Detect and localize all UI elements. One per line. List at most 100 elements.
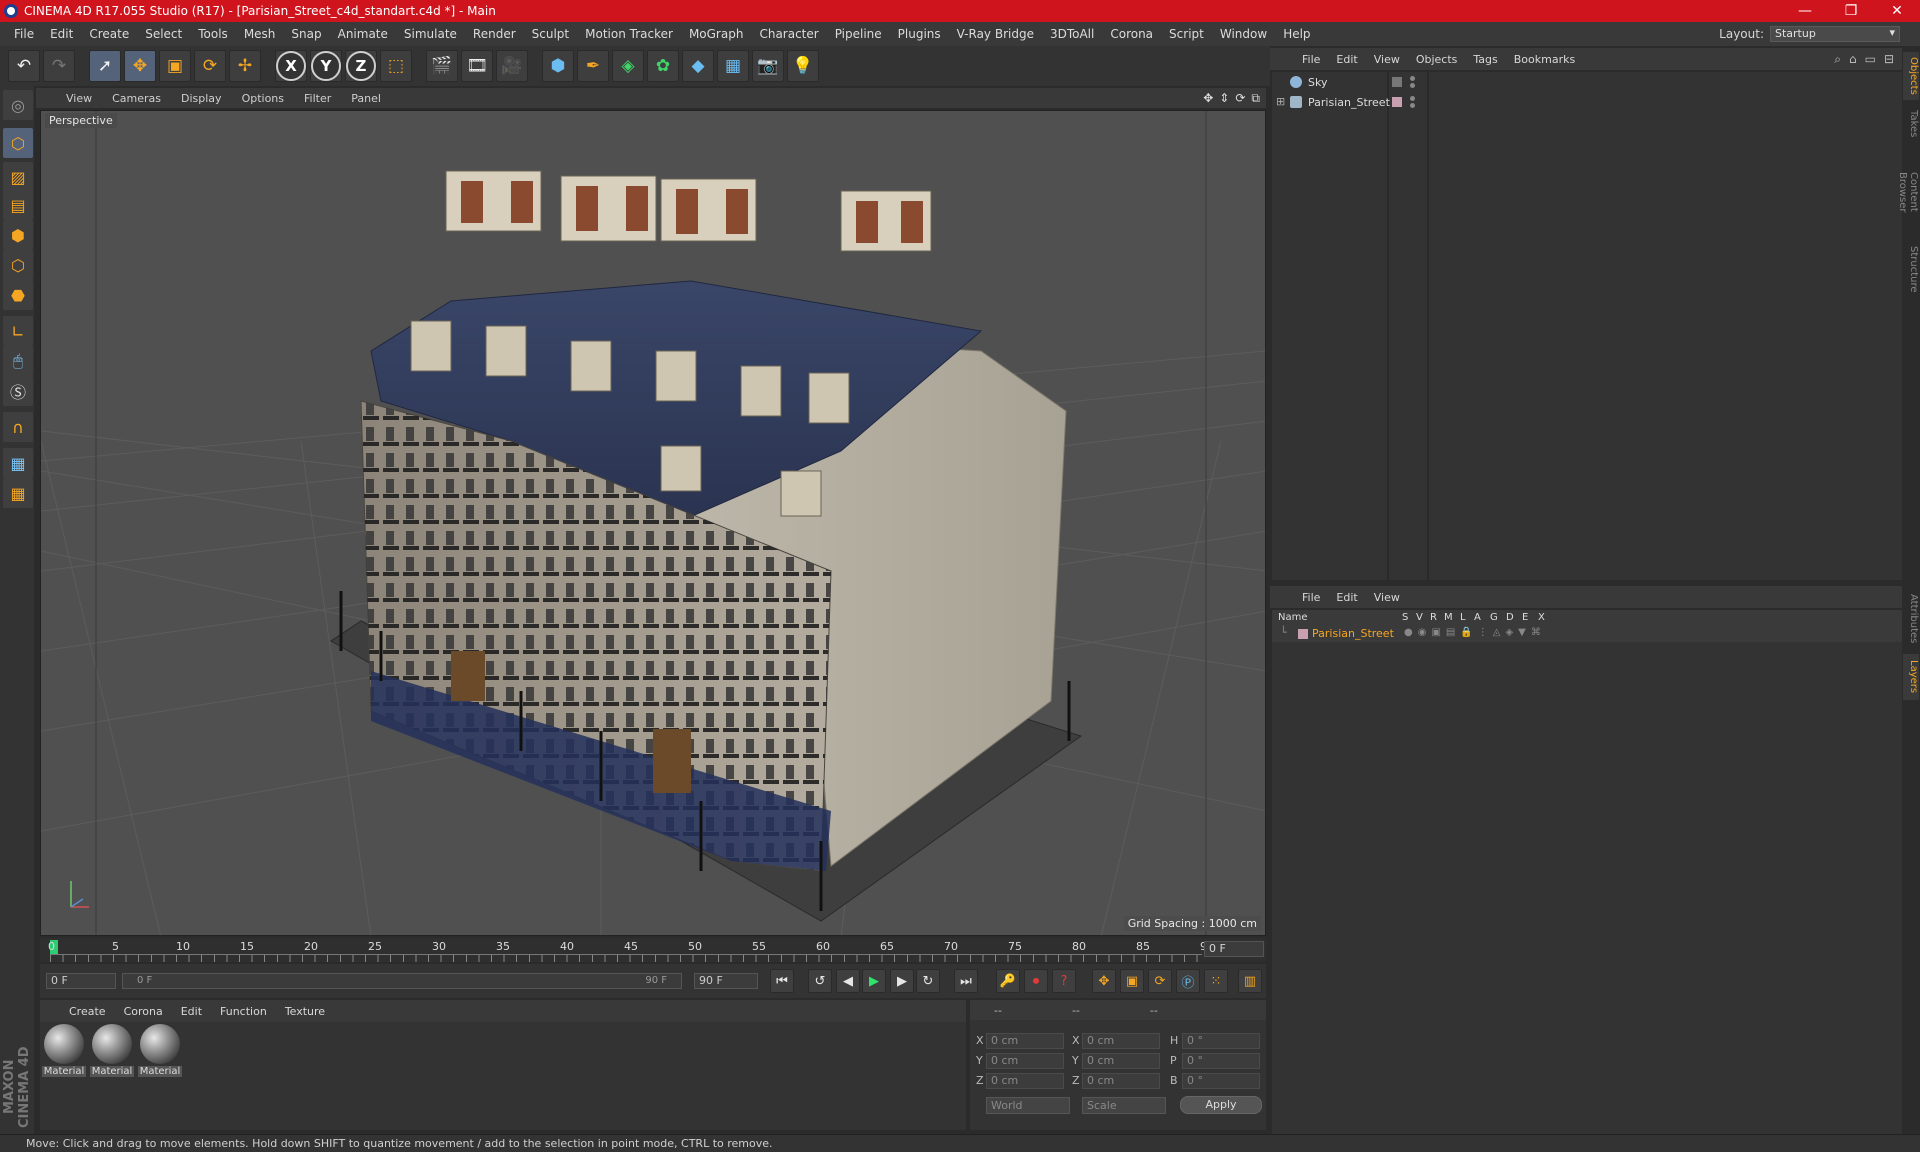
workplane-mode-icon[interactable]: ▤ — [3, 190, 33, 220]
layer-color-swatch[interactable] — [1298, 629, 1308, 639]
position-z-field[interactable]: 0 cm — [986, 1073, 1064, 1089]
lm-menu-view[interactable]: View — [1366, 591, 1408, 604]
texture-mode-icon[interactable]: ▨ — [3, 162, 33, 192]
layout-icon[interactable]: ▭ — [1865, 52, 1876, 67]
size-y-field[interactable]: 0 cm — [1082, 1053, 1160, 1069]
model-mode-icon[interactable]: ⬡ — [3, 128, 33, 158]
menu-mograph[interactable]: MoGraph — [681, 27, 752, 41]
rotation-h-field[interactable]: 0 ° — [1182, 1033, 1260, 1049]
viewport-menu-view[interactable]: View — [56, 92, 102, 105]
object-name[interactable]: Parisian_Street — [1308, 96, 1390, 109]
expand-icon[interactable]: ⊟ — [1884, 52, 1894, 67]
expand-toggle-icon[interactable]: ⊞ — [1276, 95, 1285, 108]
editor-visibility-dot[interactable] — [1410, 96, 1415, 101]
go-to-end-icon[interactable]: ⏭ — [954, 969, 978, 993]
material-swatch[interactable]: Material — [90, 1024, 134, 1084]
search-icon[interactable]: ⌕ — [1834, 52, 1841, 67]
snap-magnet-icon[interactable]: ∩ — [3, 412, 33, 442]
object-row-sky[interactable]: Sky — [1272, 74, 1902, 92]
viewport-menu-filter[interactable]: Filter — [294, 92, 341, 105]
size-x-field[interactable]: 0 cm — [1082, 1033, 1160, 1049]
om-menu-bookmarks[interactable]: Bookmarks — [1506, 53, 1583, 66]
menu-plugins[interactable]: Plugins — [890, 27, 949, 41]
previous-frame-icon[interactable]: ◀ — [836, 969, 860, 993]
menu-3dtoall[interactable]: 3DToAll — [1042, 27, 1102, 41]
layout-select[interactable]: Startup — [1770, 26, 1900, 42]
zoom-view-icon[interactable]: ⇕ — [1219, 91, 1229, 106]
edges-mode-icon[interactable]: ⬡ — [3, 250, 33, 280]
coordinate-system-icon[interactable]: ⬚ — [380, 50, 412, 82]
pen-spline-icon[interactable]: ✒ — [577, 50, 609, 82]
play-forward-icon[interactable]: ▶ — [862, 969, 886, 993]
key-scale-icon[interactable]: ▣ — [1120, 969, 1144, 993]
tab-structure[interactable]: Structure — [1903, 240, 1919, 298]
om-menu-edit[interactable]: Edit — [1328, 53, 1365, 66]
tab-objects[interactable]: Objects — [1903, 52, 1919, 100]
menu-simulate[interactable]: Simulate — [396, 27, 465, 41]
next-key-icon[interactable]: ↻ — [916, 969, 940, 993]
minimize-button[interactable]: — — [1782, 3, 1828, 19]
layer-row[interactable]: └ Parisian_Street ●◉▣▤🔒⋮◬◈▼⌘ — [1272, 626, 1902, 642]
solo-mode-icon[interactable]: Ⓢ — [3, 376, 33, 406]
cloner-icon[interactable]: ✿ — [647, 50, 679, 82]
viewport-menu-cameras[interactable]: Cameras — [102, 92, 171, 105]
material-menu-corona[interactable]: Corona — [115, 1005, 172, 1018]
scale-tool-icon[interactable]: ▣ — [159, 50, 191, 82]
material-swatch[interactable]: Material — [138, 1024, 182, 1084]
layer-name[interactable]: Parisian_Street — [1312, 627, 1394, 640]
polygons-mode-icon[interactable]: ⬣ — [3, 280, 33, 310]
toggle-view-icon[interactable]: ⧉ — [1251, 91, 1260, 106]
end-frame-field[interactable]: 90 F — [694, 973, 758, 989]
coordinate-mode-select[interactable]: World — [986, 1097, 1070, 1114]
key-position-icon[interactable]: ✥ — [1092, 969, 1116, 993]
render-visibility-dot[interactable] — [1410, 103, 1415, 108]
floor-icon[interactable]: ▦ — [717, 50, 749, 82]
tab-attributes[interactable]: Attributes — [1903, 588, 1919, 650]
menu-render[interactable]: Render — [465, 27, 524, 41]
apply-button[interactable]: Apply — [1180, 1096, 1262, 1114]
light-icon[interactable]: 💡 — [787, 50, 819, 82]
make-editable-icon[interactable]: ◎ — [3, 90, 33, 120]
material-menu-edit[interactable]: Edit — [172, 1005, 211, 1018]
om-menu-objects[interactable]: Objects — [1408, 53, 1466, 66]
menu-script[interactable]: Script — [1161, 27, 1212, 41]
material-menu-texture[interactable]: Texture — [276, 1005, 334, 1018]
record-keys-icon[interactable]: 🔑 — [996, 969, 1020, 993]
viewport-menu-panel[interactable]: Panel — [341, 92, 391, 105]
object-tag-icon[interactable] — [1392, 77, 1402, 87]
autokeying-icon[interactable]: ⏺ — [1024, 969, 1048, 993]
om-menu-tags[interactable]: Tags — [1465, 53, 1505, 66]
menu-pipeline[interactable]: Pipeline — [827, 27, 890, 41]
go-to-start-icon[interactable]: ⏮ — [770, 969, 794, 993]
rotate-view-icon[interactable]: ⟳ — [1235, 91, 1245, 106]
render-view-icon[interactable]: 🎬 — [426, 50, 458, 82]
menu-select[interactable]: Select — [137, 27, 190, 41]
x-axis-lock-button[interactable]: X — [275, 50, 307, 82]
menu-tools[interactable]: Tools — [190, 27, 236, 41]
menu-file[interactable]: File — [6, 27, 42, 41]
perspective-viewport[interactable]: Perspective Grid Spacing : 1000 cm — [40, 110, 1266, 936]
position-x-field[interactable]: 0 cm — [986, 1033, 1064, 1049]
rotation-p-field[interactable]: 0 ° — [1182, 1053, 1260, 1069]
tab-layers[interactable]: Layers — [1903, 654, 1919, 700]
menu-snap[interactable]: Snap — [283, 27, 329, 41]
material-menu-create[interactable]: Create — [60, 1005, 115, 1018]
workplane-lock-icon[interactable]: ▦ — [3, 448, 33, 478]
key-parameter-icon[interactable]: Ⓟ — [1176, 969, 1200, 993]
timeline-ruler[interactable]: 051015202530354045505560657075808590 0 F — [40, 938, 1266, 962]
start-frame-field[interactable]: 0 F — [46, 973, 116, 989]
layer-toggle-icons[interactable]: ●◉▣▤🔒⋮◬◈▼⌘ — [1404, 627, 1546, 638]
recent-tools-icon[interactable]: ✢ — [229, 50, 261, 82]
layer-color-tag[interactable] — [1392, 97, 1402, 107]
om-menu-view[interactable]: View — [1366, 53, 1408, 66]
menu-animate[interactable]: Animate — [330, 27, 396, 41]
menu-motion-tracker[interactable]: Motion Tracker — [577, 27, 681, 41]
om-menu-file[interactable]: File — [1294, 53, 1328, 66]
object-name[interactable]: Sky — [1308, 76, 1327, 89]
tab-takes[interactable]: Takes — [1903, 104, 1919, 144]
viewport-camera-label[interactable]: Perspective — [45, 113, 117, 128]
move-tool-icon[interactable]: ✥ — [124, 50, 156, 82]
menu-mesh[interactable]: Mesh — [236, 27, 284, 41]
keyframe-selection-icon[interactable]: ? — [1052, 969, 1076, 993]
lm-menu-edit[interactable]: Edit — [1328, 591, 1365, 604]
